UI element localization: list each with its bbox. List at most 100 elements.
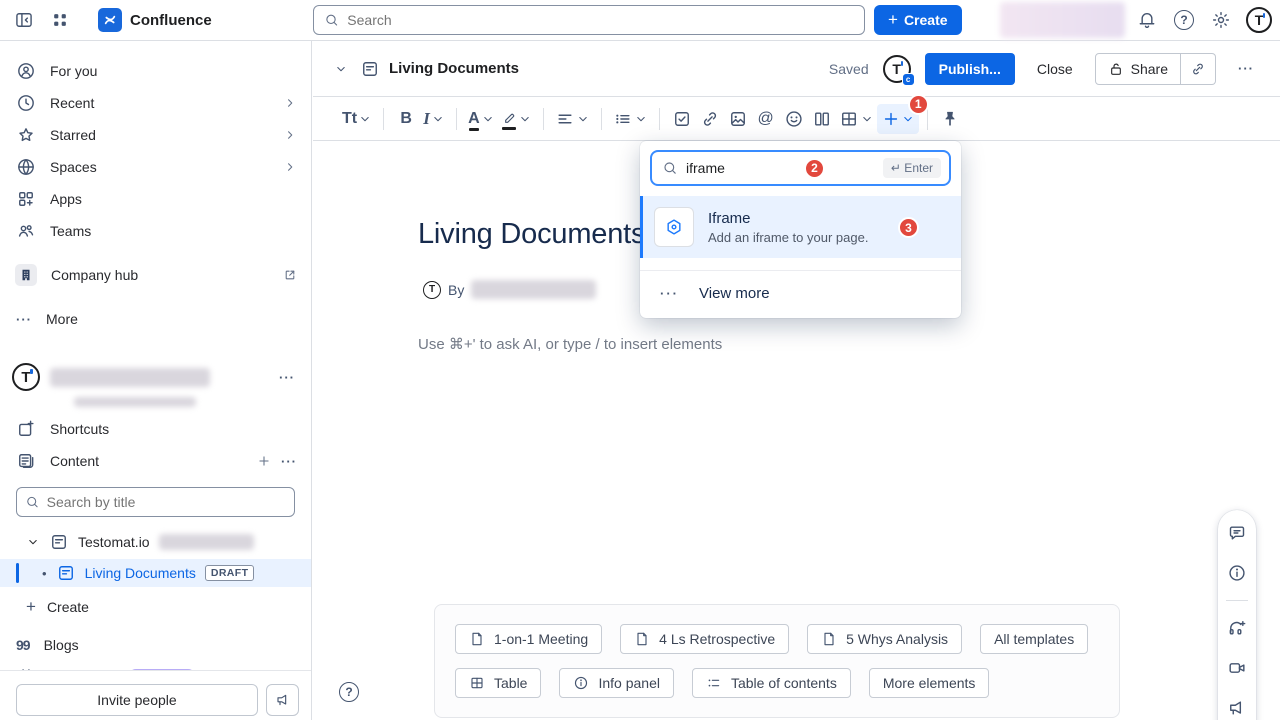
content-search[interactable] (16, 487, 295, 517)
pin-toolbar-button[interactable] (936, 104, 964, 134)
notifications-button[interactable] (1131, 4, 1163, 36)
content-more-button[interactable]: ··· (281, 454, 297, 469)
text-style-button[interactable]: Tt (339, 104, 375, 134)
blogs-quote-icon: 99 (16, 637, 30, 653)
redacted-space-name (50, 368, 210, 387)
user-avatar[interactable]: T (1246, 7, 1272, 33)
create-button[interactable]: + Create (874, 5, 962, 35)
tree-item-space[interactable]: Testomat.io (0, 529, 311, 555)
close-button[interactable]: Close (1029, 55, 1081, 83)
tree-item-living-documents[interactable]: • Living Documents DRAFT (0, 559, 311, 587)
comments-button[interactable] (1220, 513, 1254, 553)
redacted-topbar-region (1000, 2, 1125, 38)
add-content-icon[interactable] (257, 454, 271, 468)
sidebar-item-recent[interactable]: Recent (0, 87, 311, 119)
app-grid-icon (50, 10, 70, 30)
info-icon (573, 675, 589, 691)
help-icon: ? (1174, 10, 1194, 30)
emoji-button[interactable] (780, 104, 808, 134)
collaborator-avatar[interactable]: T c (883, 55, 911, 83)
share-button[interactable]: Share (1095, 53, 1181, 85)
sidebar-item-for-you[interactable]: For you (0, 55, 311, 87)
mention-button[interactable]: @ (752, 104, 780, 134)
layouts-button[interactable] (808, 104, 836, 134)
text-color-button[interactable]: A (465, 104, 498, 134)
template-5-whys-analysis[interactable]: 5 Whys Analysis (807, 624, 962, 654)
template-1on1-meeting[interactable]: 1-on-1 Meeting (455, 624, 602, 654)
editor-help-button[interactable]: ? (339, 682, 359, 702)
task-list-button[interactable] (668, 104, 696, 134)
more-elements-button[interactable]: More elements (869, 668, 990, 698)
highlight-button[interactable] (498, 104, 535, 134)
app-name: Confluence (130, 12, 212, 29)
sidebar-item-more[interactable]: ··· More (0, 303, 311, 335)
publish-button[interactable]: Publish... (925, 53, 1015, 85)
insert-table-button[interactable]: Table (455, 668, 541, 698)
settings-button[interactable] (1205, 4, 1237, 36)
bold-button[interactable]: B (392, 104, 420, 134)
share-button-group: Share (1095, 53, 1216, 85)
sidebar-item-blogs[interactable]: 99 Blogs (0, 629, 311, 661)
sidebar-item-apps[interactable]: Apps (0, 183, 311, 215)
confluence-logo-icon (98, 8, 122, 32)
alignment-button[interactable] (552, 104, 593, 134)
global-search-input[interactable] (347, 12, 854, 28)
insert-info-panel-button[interactable]: Info panel (559, 668, 674, 698)
annotation-badge-2: 2 (804, 158, 825, 179)
all-templates-button[interactable]: All templates (980, 624, 1088, 654)
content-search-input[interactable] (47, 494, 286, 510)
sidebar-footer: Invite people (0, 670, 311, 720)
chevron-down-icon (860, 112, 874, 126)
list-button[interactable] (610, 104, 651, 134)
help-button[interactable]: ? (1168, 4, 1200, 36)
space-more-button[interactable]: ··· (279, 370, 297, 385)
editor-placeholder[interactable]: Use ⌘+' to ask AI, or type / to insert e… (418, 335, 722, 353)
italic-button[interactable]: I (420, 104, 448, 134)
space-header[interactable]: T ··· (0, 359, 311, 395)
insert-toc-button[interactable]: Table of contents (692, 668, 851, 698)
sidebar: For you Recent Starred Spaces Apps Teams (0, 41, 312, 720)
element-search-input[interactable] (686, 160, 796, 176)
sidebar-item-company-hub[interactable]: Company hub (0, 259, 311, 291)
page-file-icon (821, 631, 837, 647)
collapse-sidebar-button[interactable] (8, 4, 40, 36)
table-button[interactable] (836, 104, 877, 134)
globe-icon (16, 157, 36, 177)
link-icon (1190, 61, 1206, 77)
app-switcher-button[interactable] (44, 4, 76, 36)
invite-people-button[interactable]: Invite people (16, 684, 258, 716)
bell-icon (1137, 10, 1157, 30)
insert-element-button[interactable]: 1 (877, 104, 919, 134)
breadcrumb-chevron-down-icon[interactable] (334, 62, 348, 76)
audio-button[interactable] (1220, 608, 1254, 648)
copy-link-button[interactable] (1181, 53, 1216, 85)
page-icon (49, 532, 69, 552)
sidebar-item-shortcuts[interactable]: Shortcuts (0, 413, 311, 445)
chevron-down-icon[interactable] (26, 535, 40, 549)
table-icon (839, 109, 859, 129)
element-search[interactable]: 2 ↵ Enter (650, 150, 951, 186)
external-link-icon (283, 268, 297, 282)
chevron-down-icon (358, 112, 372, 126)
view-more-item[interactable]: ··· View more (640, 271, 961, 312)
page-title[interactable]: Living Documents (418, 218, 645, 251)
save-status: Saved (829, 61, 869, 77)
insert-link-button[interactable] (696, 104, 724, 134)
search-icon (25, 494, 40, 510)
tree-create-button[interactable]: + Create (0, 593, 311, 621)
sidebar-item-teams[interactable]: Teams (0, 215, 311, 247)
template-4ls-retrospective[interactable]: 4 Ls Retrospective (620, 624, 789, 654)
global-search[interactable] (313, 5, 865, 35)
confluence-home-link[interactable]: Confluence (98, 8, 212, 32)
sidebar-item-content[interactable]: Content ··· (0, 445, 311, 477)
document-header: Living Documents Saved T c Publish... Cl… (313, 41, 1280, 97)
iframe-result-item[interactable]: Iframe Add an iframe to your page. 3 (640, 196, 961, 258)
feedback-button[interactable] (266, 684, 299, 716)
details-button[interactable] (1220, 553, 1254, 593)
sidebar-item-starred[interactable]: Starred (0, 119, 311, 151)
sidebar-item-spaces[interactable]: Spaces (0, 151, 311, 183)
insert-image-button[interactable] (724, 104, 752, 134)
video-button[interactable] (1220, 648, 1254, 688)
more-actions-button[interactable]: ··· (1230, 53, 1262, 85)
announce-button[interactable] (1220, 688, 1254, 720)
